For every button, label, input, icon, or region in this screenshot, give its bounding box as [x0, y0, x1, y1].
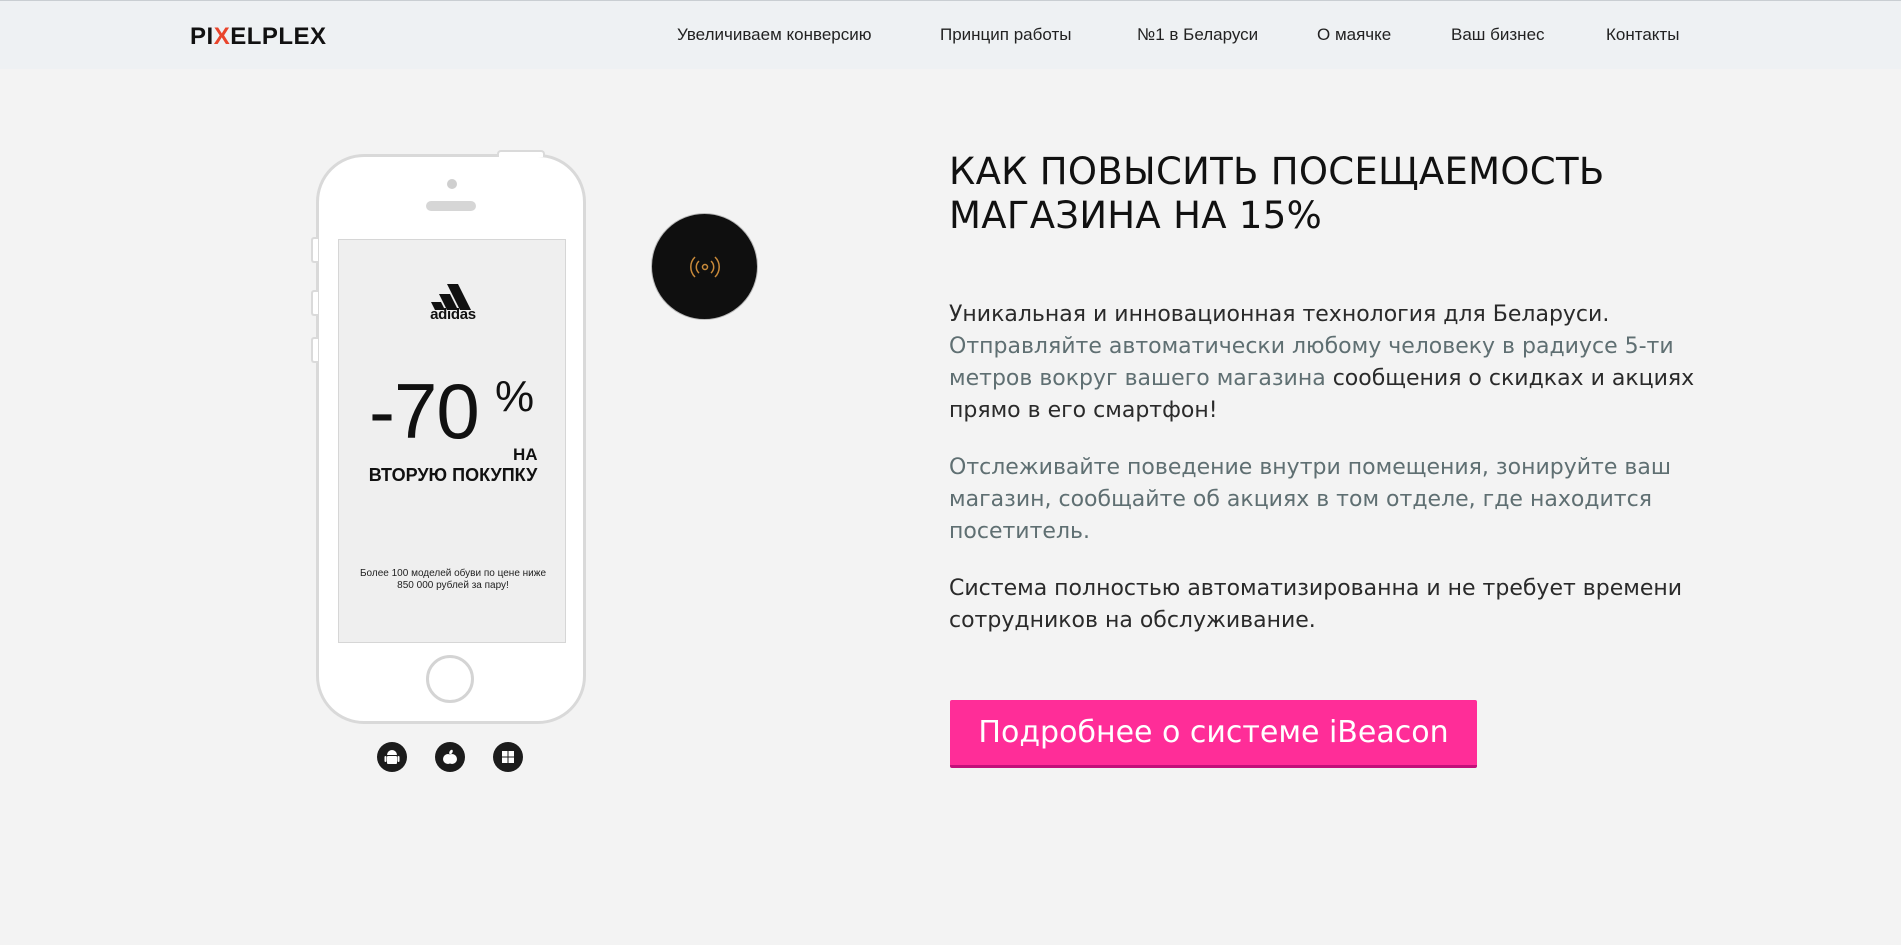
phone-speaker — [426, 201, 476, 211]
phone-side-button — [311, 237, 318, 263]
nav-item-conversion[interactable]: Увеличиваем конверсию — [677, 25, 871, 45]
nav-item-number-one[interactable]: №1 в Беларуси — [1137, 25, 1258, 45]
phone-home-button — [426, 655, 474, 703]
phone-side-button — [311, 337, 318, 363]
phone-power-button — [497, 150, 545, 157]
top-navigation-bar: PIXELPLEX Увеличиваем конверсию Принцип … — [0, 0, 1901, 69]
phone-camera — [447, 179, 457, 189]
windows-glyph — [502, 751, 514, 763]
title-line-1: КАК ПОВЫСИТЬ ПОСЕЩАЕМОСТЬ — [949, 150, 1605, 193]
discount-on-label: НА — [513, 445, 538, 464]
nav-item-principle[interactable]: Принцип работы — [940, 25, 1071, 45]
windows-icon[interactable] — [493, 742, 523, 772]
percent-sign: % — [495, 372, 535, 421]
nav-item-business[interactable]: Ваш бизнес — [1451, 25, 1545, 45]
second-purchase-label: ВТОРУЮ ПОКУПКУ — [368, 465, 538, 485]
nav-item-contacts[interactable]: Контакты — [1606, 25, 1679, 45]
tracking-paragraph: Отслеживайте поведение внутри помещения,… — [949, 455, 1671, 544]
adidas-wordmark: adidas — [430, 306, 476, 323]
smartphone-mockup: adidas -70 % НА ВТОРУЮ ПОКУПКУ Более 100… — [311, 150, 586, 724]
ibeacon-details-button[interactable]: Подробнее о системе iBeacon — [950, 700, 1477, 768]
apple-icon[interactable] — [435, 742, 465, 772]
android-icon[interactable] — [377, 742, 407, 772]
discount-value: -70 — [369, 367, 480, 455]
ibeacon-device — [651, 213, 758, 320]
phone-screen: adidas -70 % НА ВТОРУЮ ПОКУПКУ Более 100… — [338, 239, 566, 643]
android-glyph — [384, 750, 400, 764]
phone-side-button — [311, 290, 318, 316]
apple-glyph — [443, 749, 457, 764]
promo-fine-print: Более 100 моделей обуви по цене ниже 850… — [359, 568, 547, 591]
signal-waves-icon — [690, 256, 720, 278]
automation-paragraph: Система полностью автоматизированна и не… — [949, 576, 1683, 633]
page-title: КАК ПОВЫСИТЬ ПОСЕЩАЕМОСТЬ МАГАЗИНА НА 15… — [949, 150, 1749, 238]
intro-lead: Уникальная и инновационная технология дл… — [949, 302, 1610, 327]
nav-item-beacon[interactable]: О маячке — [1317, 25, 1391, 45]
intro-paragraph: Уникальная и инновационная технология дл… — [949, 299, 1729, 427]
main-nav: Увеличиваем конверсию Принцип работы №1 … — [0, 25, 1901, 49]
title-line-2: МАГАЗИНА НА 15% — [949, 194, 1323, 237]
adidas-logo: adidas — [421, 280, 485, 323]
